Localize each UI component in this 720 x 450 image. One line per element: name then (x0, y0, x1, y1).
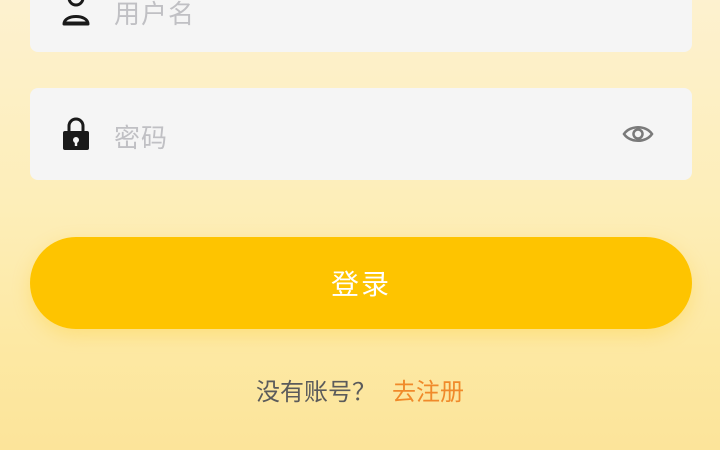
register-row: 没有账号？ 去注册 (0, 372, 720, 407)
register-link[interactable]: 去注册 (392, 378, 464, 406)
username-placeholder: 用户名 (114, 0, 196, 30)
login-button[interactable]: 登录 (30, 237, 692, 329)
user-icon (58, 0, 94, 28)
lock-icon (58, 116, 94, 152)
password-field[interactable]: 密码 (30, 88, 692, 180)
eye-icon[interactable] (622, 120, 654, 148)
username-field[interactable]: 用户名 (30, 0, 692, 52)
password-placeholder: 密码 (114, 124, 169, 154)
no-account-text: 没有账号？ (256, 378, 376, 406)
